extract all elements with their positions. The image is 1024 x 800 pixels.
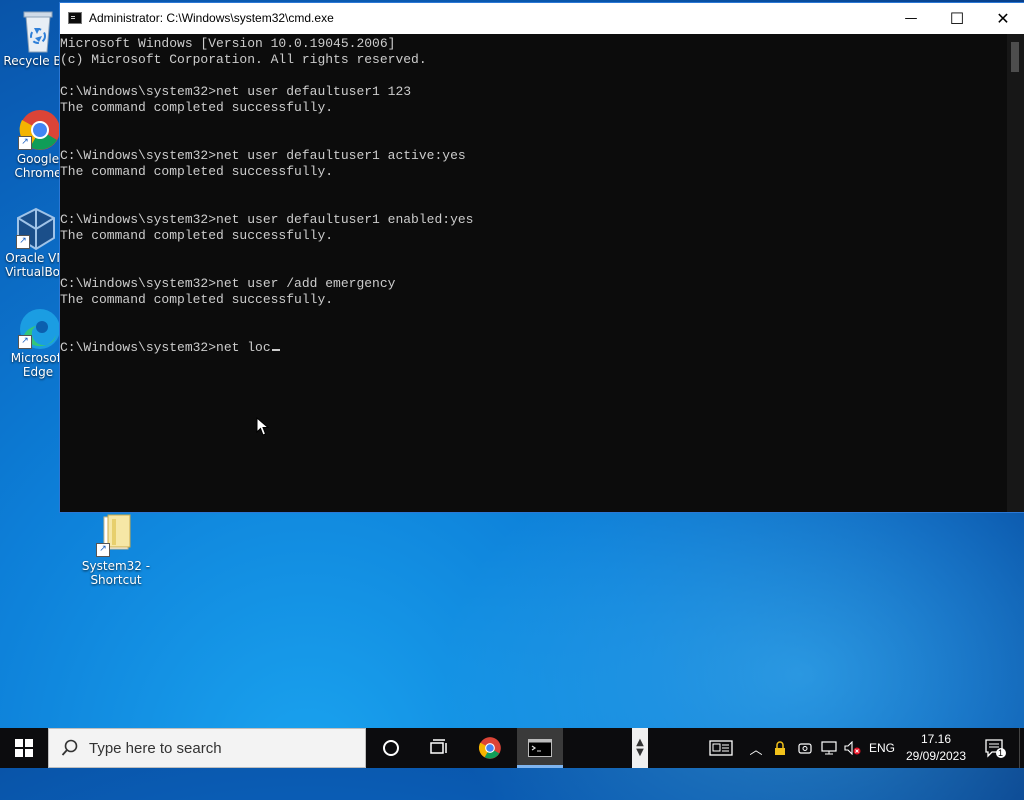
news-widget-button[interactable] bbox=[704, 728, 738, 768]
windows-logo-icon bbox=[15, 739, 33, 757]
taskbar-chrome-button[interactable] bbox=[467, 728, 513, 768]
console-prompt-text: C:\Windows\system32>net loc bbox=[60, 340, 271, 355]
tray-meet-icon[interactable] bbox=[794, 728, 816, 768]
shortcut-arrow-icon: ↗ bbox=[16, 235, 30, 249]
tray-volume-icon[interactable] bbox=[842, 728, 864, 768]
volume-muted-icon bbox=[844, 741, 861, 755]
cmd-window[interactable]: Administrator: C:\Windows\system32\cmd.e… bbox=[59, 2, 1024, 513]
console-prompt-line[interactable]: C:\Windows\system32>net loc bbox=[60, 340, 1007, 356]
task-view-button[interactable] bbox=[416, 728, 462, 768]
vertical-scrollbar[interactable] bbox=[1007, 34, 1024, 512]
tray-lock-icon[interactable] bbox=[770, 728, 790, 768]
chrome-icon bbox=[478, 737, 501, 759]
shortcut-arrow-icon: ↗ bbox=[18, 335, 32, 349]
lock-icon bbox=[775, 740, 785, 755]
close-icon: ✕ bbox=[996, 9, 1010, 28]
minimize-button[interactable]: — bbox=[888, 3, 934, 34]
shortcut-arrow-icon: ↗ bbox=[18, 136, 32, 150]
console-line: C:\Windows\system32>net user defaultuser… bbox=[60, 148, 466, 163]
console-line: C:\Windows\system32>net user defaultuser… bbox=[60, 212, 474, 227]
desktop-icon-label: System32 - bbox=[81, 559, 151, 573]
console-line: The command completed successfully. bbox=[60, 292, 334, 307]
console-line: C:\Windows\system32>net user defaultuser… bbox=[60, 84, 412, 99]
desktop-icon-label: Shortcut bbox=[90, 573, 142, 587]
cmd-icon bbox=[68, 12, 82, 24]
search-icon bbox=[61, 739, 79, 761]
edge-icon: ↗ bbox=[16, 305, 60, 349]
task-view-icon bbox=[430, 739, 447, 754]
shortcut-arrow-icon: ↗ bbox=[96, 543, 110, 557]
start-button[interactable] bbox=[0, 728, 48, 768]
cortana-button[interactable] bbox=[368, 728, 414, 768]
camera-icon bbox=[798, 743, 812, 754]
news-icon bbox=[709, 740, 733, 756]
network-icon bbox=[821, 741, 837, 755]
tray-network-icon[interactable] bbox=[818, 728, 840, 768]
desktop-icon-system32-shortcut[interactable]: ↗ System32 - Shortcut bbox=[76, 513, 156, 587]
taskbar-search-box[interactable]: Type here to search bbox=[48, 728, 366, 768]
title-bar[interactable]: Administrator: C:\Windows\system32\cmd.e… bbox=[60, 3, 1024, 34]
text-cursor bbox=[271, 349, 280, 351]
maximize-icon: ☐ bbox=[949, 9, 965, 28]
console-line: C:\Windows\system32>net user /add emerge… bbox=[60, 276, 396, 291]
console-output[interactable]: Microsoft Windows [Version 10.0.19045.20… bbox=[60, 34, 1007, 512]
chevron-up-icon: ︿ bbox=[749, 742, 763, 758]
recycle-bin-icon bbox=[16, 8, 60, 53]
console-line: The command completed successfully. bbox=[60, 164, 334, 179]
taskbar-overflow-scroll[interactable]: ▲ ▼ bbox=[632, 728, 648, 768]
minimize-icon: — bbox=[904, 11, 918, 26]
console-line: The command completed successfully. bbox=[60, 100, 334, 115]
scrollbar-thumb[interactable] bbox=[1011, 42, 1019, 72]
virtualbox-icon: ↗ bbox=[14, 205, 58, 251]
cmd-icon bbox=[528, 739, 552, 757]
taskbar-cmd-button[interactable] bbox=[517, 728, 563, 768]
clock-time: 17.16 bbox=[920, 732, 952, 746]
cortana-icon bbox=[383, 740, 399, 756]
chevron-down-icon: ▼ bbox=[636, 747, 644, 758]
show-hidden-icons-button[interactable]: ︿ bbox=[746, 728, 766, 768]
clock-date: 29/09/2023 bbox=[905, 749, 967, 763]
chrome-icon: ↗ bbox=[16, 106, 60, 150]
console-line: The command completed successfully. bbox=[60, 228, 334, 243]
maximize-button[interactable]: ☐ bbox=[934, 3, 980, 34]
notification-count: 1 bbox=[998, 748, 1004, 758]
language-indicator[interactable]: ENG bbox=[866, 728, 898, 768]
console-line: (c) Microsoft Corporation. All rights re… bbox=[60, 52, 427, 67]
close-button[interactable]: ✕ bbox=[980, 3, 1024, 34]
notification-center-button[interactable]: 1 bbox=[978, 728, 1012, 768]
search-placeholder: Type here to search bbox=[89, 740, 222, 757]
console-line: Microsoft Windows [Version 10.0.19045.20… bbox=[60, 36, 396, 51]
folder-icon: ↗ bbox=[94, 513, 138, 557]
clock[interactable]: 17.16 29/09/2023 bbox=[896, 731, 976, 765]
taskbar: Type here to search ▲ ▼ ︿ ENG 17.16 29/0… bbox=[0, 728, 1024, 768]
window-title: Administrator: C:\Windows\system32\cmd.e… bbox=[89, 11, 334, 25]
show-desktop-button[interactable] bbox=[1019, 728, 1024, 768]
